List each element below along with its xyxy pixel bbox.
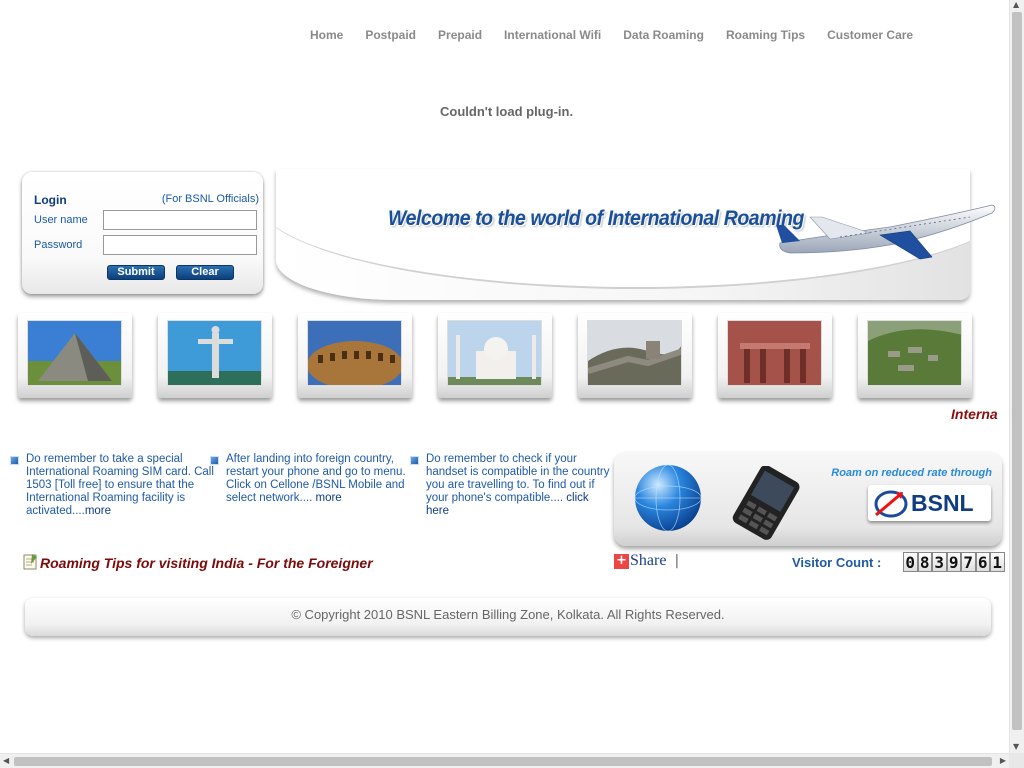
tip-bullet-icon (410, 456, 419, 465)
bsnl-promo-banner[interactable]: Roam on reduced rate through BSNL (614, 452, 1002, 546)
taj-mahal-photo (447, 320, 542, 386)
bsnl-logo-icon (874, 490, 908, 518)
vertical-scroll-thumb[interactable] (1012, 12, 1022, 730)
thumb-machu-picchu[interactable] (858, 313, 972, 398)
thumb-pyramid[interactable] (18, 313, 132, 398)
nav-home[interactable]: Home (310, 28, 343, 42)
thumb-great-wall[interactable] (578, 313, 692, 398)
foreigner-tips-text: Roaming Tips for visiting India - For th… (40, 555, 373, 571)
tip-handset-compatible: Do remember to check if your handset is … (410, 453, 611, 518)
thumb-colosseum[interactable] (298, 313, 412, 398)
submit-button[interactable]: Submit (107, 265, 165, 280)
counter-digit: 7 (961, 552, 976, 572)
scrolling-marquee-text: Interna (951, 406, 998, 422)
pyramid-photo (27, 320, 122, 386)
tip-sim-card: Do remember to take a special Internatio… (10, 453, 221, 518)
visitor-counter: 0 8 3 9 7 6 1 (903, 552, 1005, 572)
colosseum-photo (307, 320, 402, 386)
share-label[interactable]: Share (630, 552, 666, 569)
mobile-phone-icon (732, 466, 800, 540)
note-icon (23, 554, 37, 570)
clear-button[interactable]: Clear (176, 265, 234, 280)
scroll-up-arrow-icon[interactable]: ▲ (1013, 0, 1019, 9)
password-label: Password (34, 239, 83, 251)
tip-more-link[interactable]: more (85, 505, 111, 517)
bsnl-logo-text: BSNL (911, 490, 974, 516)
scroll-down-arrow-icon[interactable]: ▼ (1013, 742, 1019, 751)
thumb-christ-statue[interactable] (158, 313, 272, 398)
scroll-left-arrow-icon[interactable]: ◀ (3, 756, 9, 765)
username-input[interactable] (103, 210, 257, 230)
login-title: Login (34, 193, 67, 207)
share-separator: | (674, 553, 680, 569)
bsnl-logo: BSNL (868, 485, 991, 521)
counter-digit: 3 (932, 552, 947, 572)
username-label: User name (34, 214, 88, 226)
globe-icon (634, 464, 702, 532)
thumb-petra[interactable] (718, 313, 832, 398)
counter-digit: 0 (903, 552, 918, 572)
horizontal-scrollbar[interactable]: ◀ ▶ (0, 753, 1009, 768)
petra-photo (727, 320, 822, 386)
foreigner-tips-link[interactable]: Roaming Tips for visiting India - For th… (22, 553, 373, 571)
nav-data-roaming[interactable]: Data Roaming (623, 28, 704, 42)
counter-digit: 1 (990, 552, 1005, 572)
vertical-scrollbar[interactable]: ▲ ▼ (1009, 0, 1024, 753)
tip-text: Do remember to take a special Internatio… (26, 453, 214, 517)
password-input[interactable] (103, 235, 257, 255)
tip-bullet-icon (10, 456, 19, 465)
machu-picchu-photo (867, 320, 962, 386)
nav-roaming-tips[interactable]: Roaming Tips (726, 28, 805, 42)
plus-icon: + (614, 554, 629, 569)
counter-digit: 9 (946, 552, 961, 572)
nav-international-wifi[interactable]: International Wifi (504, 28, 601, 42)
thumb-taj-mahal[interactable] (438, 313, 552, 398)
plugin-error-message: Couldn't load plug-in. (440, 104, 574, 119)
share-widget[interactable]: + Share | (614, 552, 679, 570)
login-subtitle: (For BSNL Officials) (161, 193, 259, 205)
scrollbar-corner (1009, 753, 1024, 768)
tip-more-link[interactable]: more (315, 492, 341, 504)
visitor-count-label: Visitor Count : (792, 555, 882, 570)
banner-title: Welcome to the world of International Ro… (388, 207, 805, 230)
airplane-image (776, 204, 996, 260)
counter-digit: 6 (975, 552, 990, 572)
footer-copyright: © Copyright 2010 BSNL Eastern Billing Zo… (25, 598, 991, 636)
nav-customer-care[interactable]: Customer Care (827, 28, 913, 42)
nav-prepaid[interactable]: Prepaid (438, 28, 482, 42)
horizontal-scroll-thumb[interactable] (14, 757, 992, 766)
top-nav: Home Postpaid Prepaid International Wifi… (310, 28, 935, 42)
counter-digit: 8 (917, 552, 932, 572)
scroll-right-arrow-icon[interactable]: ▶ (1000, 756, 1006, 765)
tip-restart-phone: After landing into foreign country, rest… (210, 453, 421, 505)
tip-bullet-icon (210, 456, 219, 465)
promo-tagline: Roam on reduced rate through (831, 467, 992, 479)
nav-postpaid[interactable]: Postpaid (365, 28, 416, 42)
great-wall-photo (587, 320, 682, 386)
login-panel: Login (For BSNL Officials) User name Pas… (22, 172, 263, 294)
christ-statue-photo (167, 320, 262, 386)
